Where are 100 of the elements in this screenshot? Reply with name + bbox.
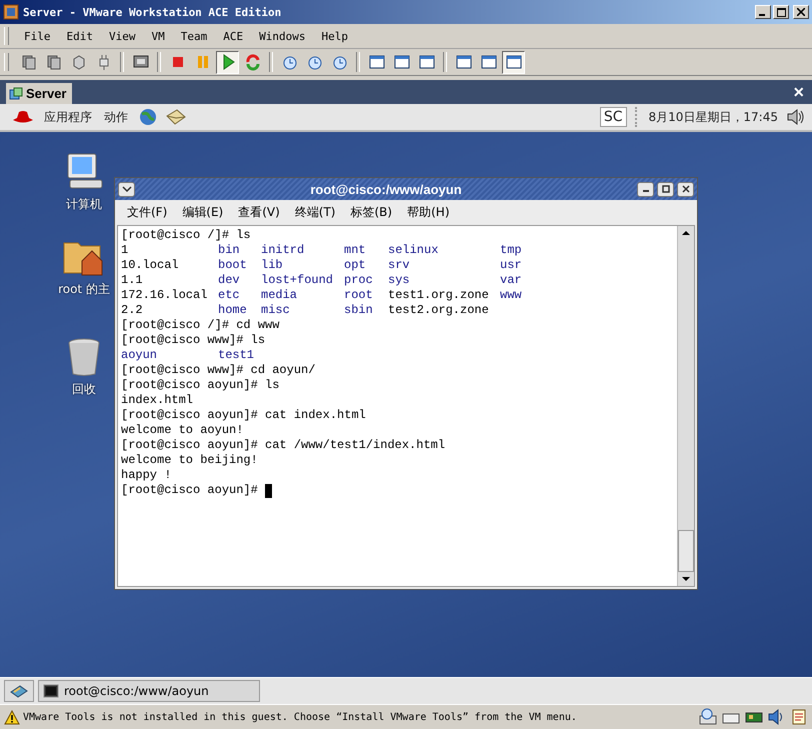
file-name: 1: [121, 243, 128, 258]
menu-item[interactable]: 终端(T): [288, 204, 342, 221]
input-method-indicator[interactable]: SC: [600, 107, 626, 127]
scroll-thumb[interactable]: [678, 530, 694, 572]
speaker-icon[interactable]: [786, 108, 806, 126]
snap-icon: [20, 53, 38, 71]
file-name: boot: [218, 258, 247, 273]
terminal-line: [root@cisco www]# cd aoyun/: [121, 363, 316, 378]
clock[interactable]: 8月10日星期日，17:45: [648, 108, 778, 126]
menu-item[interactable]: 编辑(E): [176, 204, 230, 221]
file-name: dev: [218, 273, 240, 288]
file-name: root: [344, 288, 373, 303]
file-name: misc: [261, 303, 290, 318]
terminal-line: [root@cisco www]# ls: [121, 333, 266, 348]
file-name: 1.1: [121, 273, 143, 288]
terminal-line: [root@cisco /]# ls: [121, 228, 252, 243]
file-name: selinux: [388, 243, 438, 258]
file-name: test1: [218, 348, 254, 363]
maximize-icon: [776, 8, 786, 16]
file-name: sys: [388, 273, 410, 288]
maximize-icon: [662, 185, 670, 193]
status-message: VMware Tools is not installed in this guest. Choose “Install VMware Tools” from the VM menu.: [23, 712, 577, 722]
vm-tab[interactable]: Server: [6, 83, 72, 104]
envelope-icon[interactable]: [166, 108, 186, 126]
terminal-line: welcome to beijing!: [121, 453, 259, 468]
file-name: mnt: [344, 243, 366, 258]
maximize-button[interactable]: [657, 182, 674, 196]
file-name: opt: [344, 258, 366, 273]
chevron-down-icon: [122, 186, 132, 192]
file-name: bin: [218, 243, 240, 258]
menu-item[interactable]: ACE: [216, 28, 250, 44]
terminal-title: root@cisco:/www/aoyun: [309, 182, 463, 196]
show-desktop-button[interactable]: [4, 680, 34, 702]
tab-close-button[interactable]: ×: [785, 82, 812, 102]
scrollbar[interactable]: [677, 226, 694, 586]
toolbar-button[interactable]: [502, 50, 525, 74]
file-name: test1.org.zone: [388, 288, 489, 303]
terminal-line: happy !: [121, 468, 172, 483]
terminal-prompt: [root@cisco aoyun]#: [121, 483, 258, 498]
file-name: var: [500, 273, 522, 288]
minimize-button[interactable]: [637, 182, 654, 196]
file-name: sbin: [344, 303, 373, 318]
terminal-line: [root@cisco aoyun]# cat index.html: [121, 408, 367, 423]
close-button[interactable]: [677, 182, 694, 196]
panel-menu[interactable]: 应用程序: [42, 108, 94, 126]
terminal-line: [root@cisco aoyun]# cat /www/test1/index.html: [121, 438, 446, 453]
menu-item[interactable]: 标签(B): [344, 204, 398, 221]
window-menu-button[interactable]: [118, 182, 135, 196]
menu-item[interactable]: 查看(V): [232, 204, 286, 221]
close-icon: [682, 185, 690, 193]
win-icon: [392, 53, 410, 71]
terminal-line: [root@cisco aoyun]# ls: [121, 378, 280, 393]
close-icon: [797, 8, 805, 16]
menu-item[interactable]: View: [102, 28, 142, 44]
win-icon: [454, 53, 472, 71]
file-name: test2.org.zone: [388, 303, 489, 318]
menu-item[interactable]: 帮助(H): [401, 204, 456, 221]
file-name: tmp: [500, 243, 522, 258]
win-icon: [368, 53, 386, 71]
terminal-line: index.html: [121, 393, 194, 408]
taskbar-button[interactable]: root@cisco:/www/aoyun: [38, 680, 260, 702]
file-name: aoyun: [121, 348, 158, 363]
app-icon: [3, 4, 19, 20]
window-title: Server - VMware Workstation ACE Edition: [23, 6, 282, 18]
file-name: initrd: [261, 243, 304, 258]
menu-item[interactable]: Team: [174, 28, 214, 44]
panel-menu[interactable]: 动作: [102, 108, 130, 126]
menu-item[interactable]: File: [17, 28, 58, 44]
globe-icon[interactable]: [138, 107, 158, 127]
file-name: media: [261, 288, 298, 303]
note-icon[interactable]: [790, 708, 808, 726]
win-icon: [418, 53, 436, 71]
disk-icon[interactable]: [698, 708, 718, 726]
file-name: proc: [344, 273, 373, 288]
reset-icon: [244, 53, 262, 71]
file-name: home: [218, 303, 247, 318]
warning-icon: [4, 710, 20, 724]
menu-item[interactable]: Windows: [252, 28, 312, 44]
toolbar-button[interactable]: [216, 50, 239, 74]
file-name: etc: [218, 288, 240, 303]
menu-item[interactable]: Edit: [60, 28, 100, 44]
desktop-icon-label[interactable]: 回收: [72, 381, 96, 398]
terminal-line: welcome to aoyun!: [121, 423, 244, 438]
desktop-icon-label[interactable]: 计算机: [66, 196, 102, 213]
file-name: www: [500, 288, 522, 303]
file-name: 172.16.local: [121, 288, 208, 303]
file-name: 10.local: [121, 258, 179, 273]
file-name: srv: [388, 258, 410, 273]
hat-icon[interactable]: [12, 110, 34, 124]
file-name: 2.2: [121, 303, 143, 318]
win-icon: [480, 53, 498, 71]
menu-item[interactable]: VM: [144, 28, 172, 44]
menu-item[interactable]: 文件(F): [121, 204, 174, 221]
win-icon: [504, 53, 522, 71]
desktop-icon-label[interactable]: root 的主: [58, 281, 110, 298]
snap-icon: [44, 53, 62, 71]
file-name: lib: [261, 258, 283, 273]
trash-icon[interactable]: [66, 337, 102, 377]
text-cursor: [264, 484, 272, 498]
menu-item[interactable]: Help: [314, 28, 355, 44]
